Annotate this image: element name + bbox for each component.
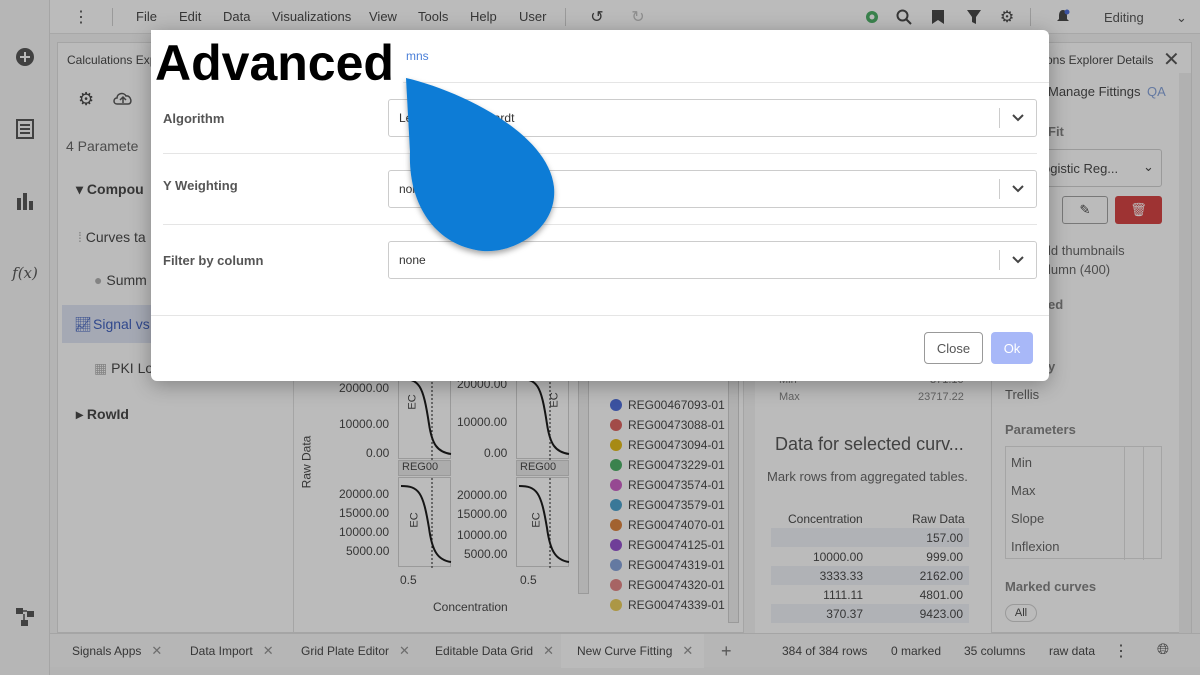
chevron-down-icon	[1008, 108, 1028, 128]
pointer-callout-icon	[406, 78, 555, 252]
dialog-tab-fragment[interactable]: mns	[406, 49, 429, 63]
y-weighting-label: Y Weighting	[163, 178, 238, 193]
filter-by-column-label: Filter by column	[163, 253, 264, 268]
chevron-down-icon	[1008, 179, 1028, 199]
divider	[163, 153, 1037, 154]
advanced-dialog: mns Advanced Algorithm Levenberg-Marquar…	[151, 30, 1049, 381]
divider	[999, 250, 1000, 270]
dialog-title: Advanced	[155, 35, 394, 91]
algorithm-label: Algorithm	[163, 111, 225, 126]
ok-button[interactable]: Ok	[991, 332, 1033, 364]
divider	[999, 108, 1000, 128]
divider	[999, 179, 1000, 199]
divider	[151, 315, 1049, 316]
divider	[163, 224, 1037, 225]
close-button[interactable]: Close	[924, 332, 983, 364]
chevron-down-icon	[1008, 250, 1028, 270]
